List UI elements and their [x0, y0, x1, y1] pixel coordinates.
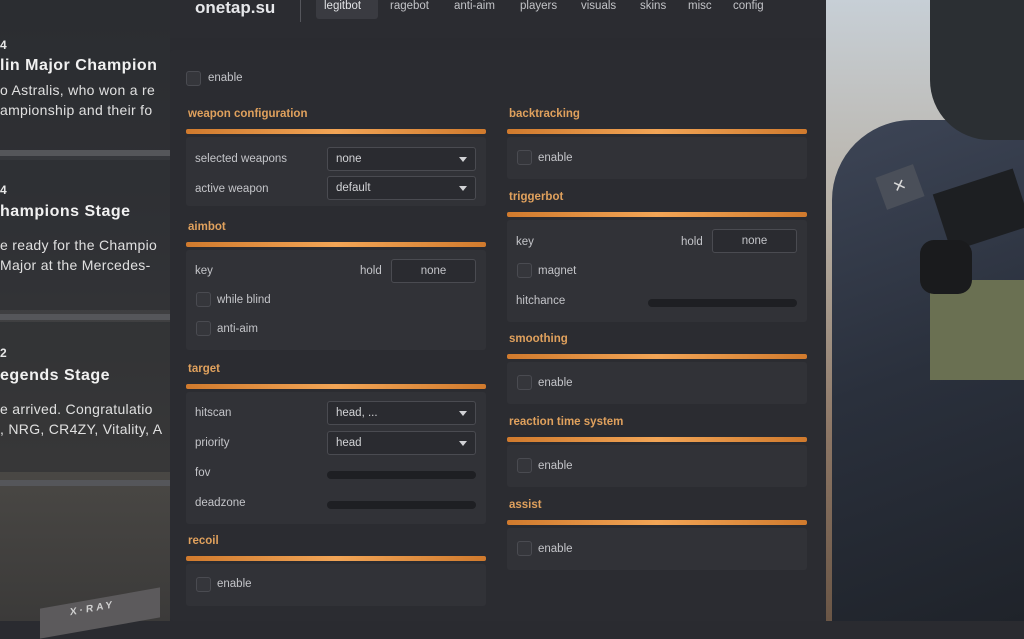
news-number: 2: [0, 346, 7, 360]
section-title-target: target: [188, 363, 220, 375]
assist-enable-checkbox[interactable]: [517, 541, 532, 556]
soldier-helmet: [930, 0, 1024, 140]
smoothing-enable-label: enable: [538, 377, 573, 389]
selected-weapons-dropdown[interactable]: none: [327, 147, 476, 171]
dropdown-value: default: [336, 182, 371, 194]
news-text: e arrived. Congratulatio: [0, 401, 153, 417]
tab-config[interactable]: config: [725, 0, 777, 19]
brand-logo: onetap.su: [195, 0, 276, 17]
news-text: , NRG, CR4ZY, Vitality, A: [0, 421, 163, 437]
fov-slider[interactable]: [327, 471, 476, 479]
section-accent-bar: [507, 212, 807, 217]
news-divider: [0, 314, 170, 320]
selected-weapons-label: selected weapons: [195, 153, 288, 165]
smoothing-enable-checkbox[interactable]: [517, 375, 532, 390]
section-accent-bar: [186, 384, 486, 389]
triggerbot-key-mode[interactable]: hold: [681, 236, 703, 248]
section-accent-bar: [507, 354, 807, 359]
section-title-reaction-time-system: reaction time system: [509, 416, 624, 428]
tab-legitbot[interactable]: legitbot: [316, 0, 378, 19]
hitchance-slider[interactable]: [648, 299, 797, 307]
soldier-glove: [920, 240, 972, 294]
priority-label: priority: [195, 437, 230, 449]
dropdown-value: head, ...: [336, 407, 378, 419]
section-title-assist: assist: [509, 499, 542, 511]
recoil-enable-checkbox[interactable]: [196, 577, 211, 592]
while-blind-checkbox[interactable]: [196, 292, 211, 307]
assist-enable-label: enable: [538, 543, 573, 555]
section-accent-bar: [507, 520, 807, 525]
section-title-recoil: recoil: [188, 535, 219, 547]
news-card[interactable]: [0, 322, 170, 472]
news-text: Major at the Mercedes-: [0, 257, 151, 273]
news-card[interactable]: [0, 160, 170, 310]
magnet-label: magnet: [538, 265, 577, 277]
soldier-vest: [930, 280, 1024, 380]
triggerbot-key-bind-button[interactable]: none: [712, 229, 797, 253]
deadzone-slider[interactable]: [327, 501, 476, 509]
section-title-triggerbot: triggerbot: [509, 191, 564, 203]
tab-players[interactable]: players: [512, 0, 570, 19]
hitscan-label: hitscan: [195, 407, 232, 419]
aimbot-key-bind-button[interactable]: none: [391, 259, 476, 283]
anti-aim-checkbox[interactable]: [196, 321, 211, 336]
tab-visuals[interactable]: visuals: [573, 0, 629, 19]
section-title-backtracking: backtracking: [509, 108, 580, 120]
priority-dropdown[interactable]: head: [327, 431, 476, 455]
news-number: 4: [0, 38, 7, 52]
backtracking-enable-label: enable: [538, 152, 573, 164]
aimbot-key-label: key: [195, 265, 213, 277]
fov-label: fov: [195, 467, 211, 479]
tab-misc[interactable]: misc: [680, 0, 720, 19]
tab-skins[interactable]: skins: [632, 0, 676, 19]
backtracking-enable-checkbox[interactable]: [517, 150, 532, 165]
enable-label: enable: [208, 72, 243, 84]
dropdown-value: none: [336, 153, 362, 165]
news-number: 4: [0, 183, 7, 197]
news-title: egends Stage: [0, 367, 111, 384]
news-divider: [0, 150, 170, 156]
reaction-time-enable-label: enable: [538, 460, 573, 472]
section-accent-bar: [186, 242, 486, 247]
section-accent-bar: [507, 129, 807, 134]
hitscan-dropdown[interactable]: head, ...: [327, 401, 476, 425]
chevron-down-icon: [459, 157, 467, 162]
dropdown-value: head: [336, 437, 362, 449]
section-accent-bar: [507, 437, 807, 442]
recoil-enable-label: enable: [217, 578, 252, 590]
brand-divider: [300, 0, 301, 22]
enable-checkbox[interactable]: [186, 71, 201, 86]
reaction-time-enable-checkbox[interactable]: [517, 458, 532, 473]
hitchance-label: hitchance: [516, 295, 566, 307]
magnet-checkbox[interactable]: [517, 263, 532, 278]
news-title: lin Major Champion: [0, 57, 158, 74]
tab-anti-aim[interactable]: anti-aim: [446, 0, 510, 19]
triggerbot-key-label: key: [516, 236, 534, 248]
while-blind-label: while blind: [217, 294, 271, 306]
section-accent-bar: [186, 129, 486, 134]
anti-aim-label: anti-aim: [217, 323, 258, 335]
deadzone-label: deadzone: [195, 497, 246, 509]
news-text: ampionship and their fo: [0, 102, 153, 118]
background-news-column: 4 lin Major Champion o Astralis, who won…: [0, 0, 170, 621]
news-text: o Astralis, who won a re: [0, 82, 156, 98]
active-weapon-label: active weapon: [195, 183, 269, 195]
section-title-weapon-configuration: weapon configuration: [188, 108, 308, 120]
section-accent-bar: [186, 556, 486, 561]
section-title-smoothing: smoothing: [509, 333, 568, 345]
news-card[interactable]: [0, 0, 170, 150]
news-title: hampions Stage: [0, 203, 131, 220]
tab-ragebot[interactable]: ragebot: [382, 0, 444, 19]
chevron-down-icon: [459, 441, 467, 446]
active-weapon-dropdown[interactable]: default: [327, 176, 476, 200]
chevron-down-icon: [459, 411, 467, 416]
chevron-down-icon: [459, 186, 467, 191]
section-title-aimbot: aimbot: [188, 221, 226, 233]
news-text: e ready for the Champio: [0, 237, 158, 253]
news-divider: [0, 480, 170, 486]
aimbot-key-mode[interactable]: hold: [360, 265, 382, 277]
